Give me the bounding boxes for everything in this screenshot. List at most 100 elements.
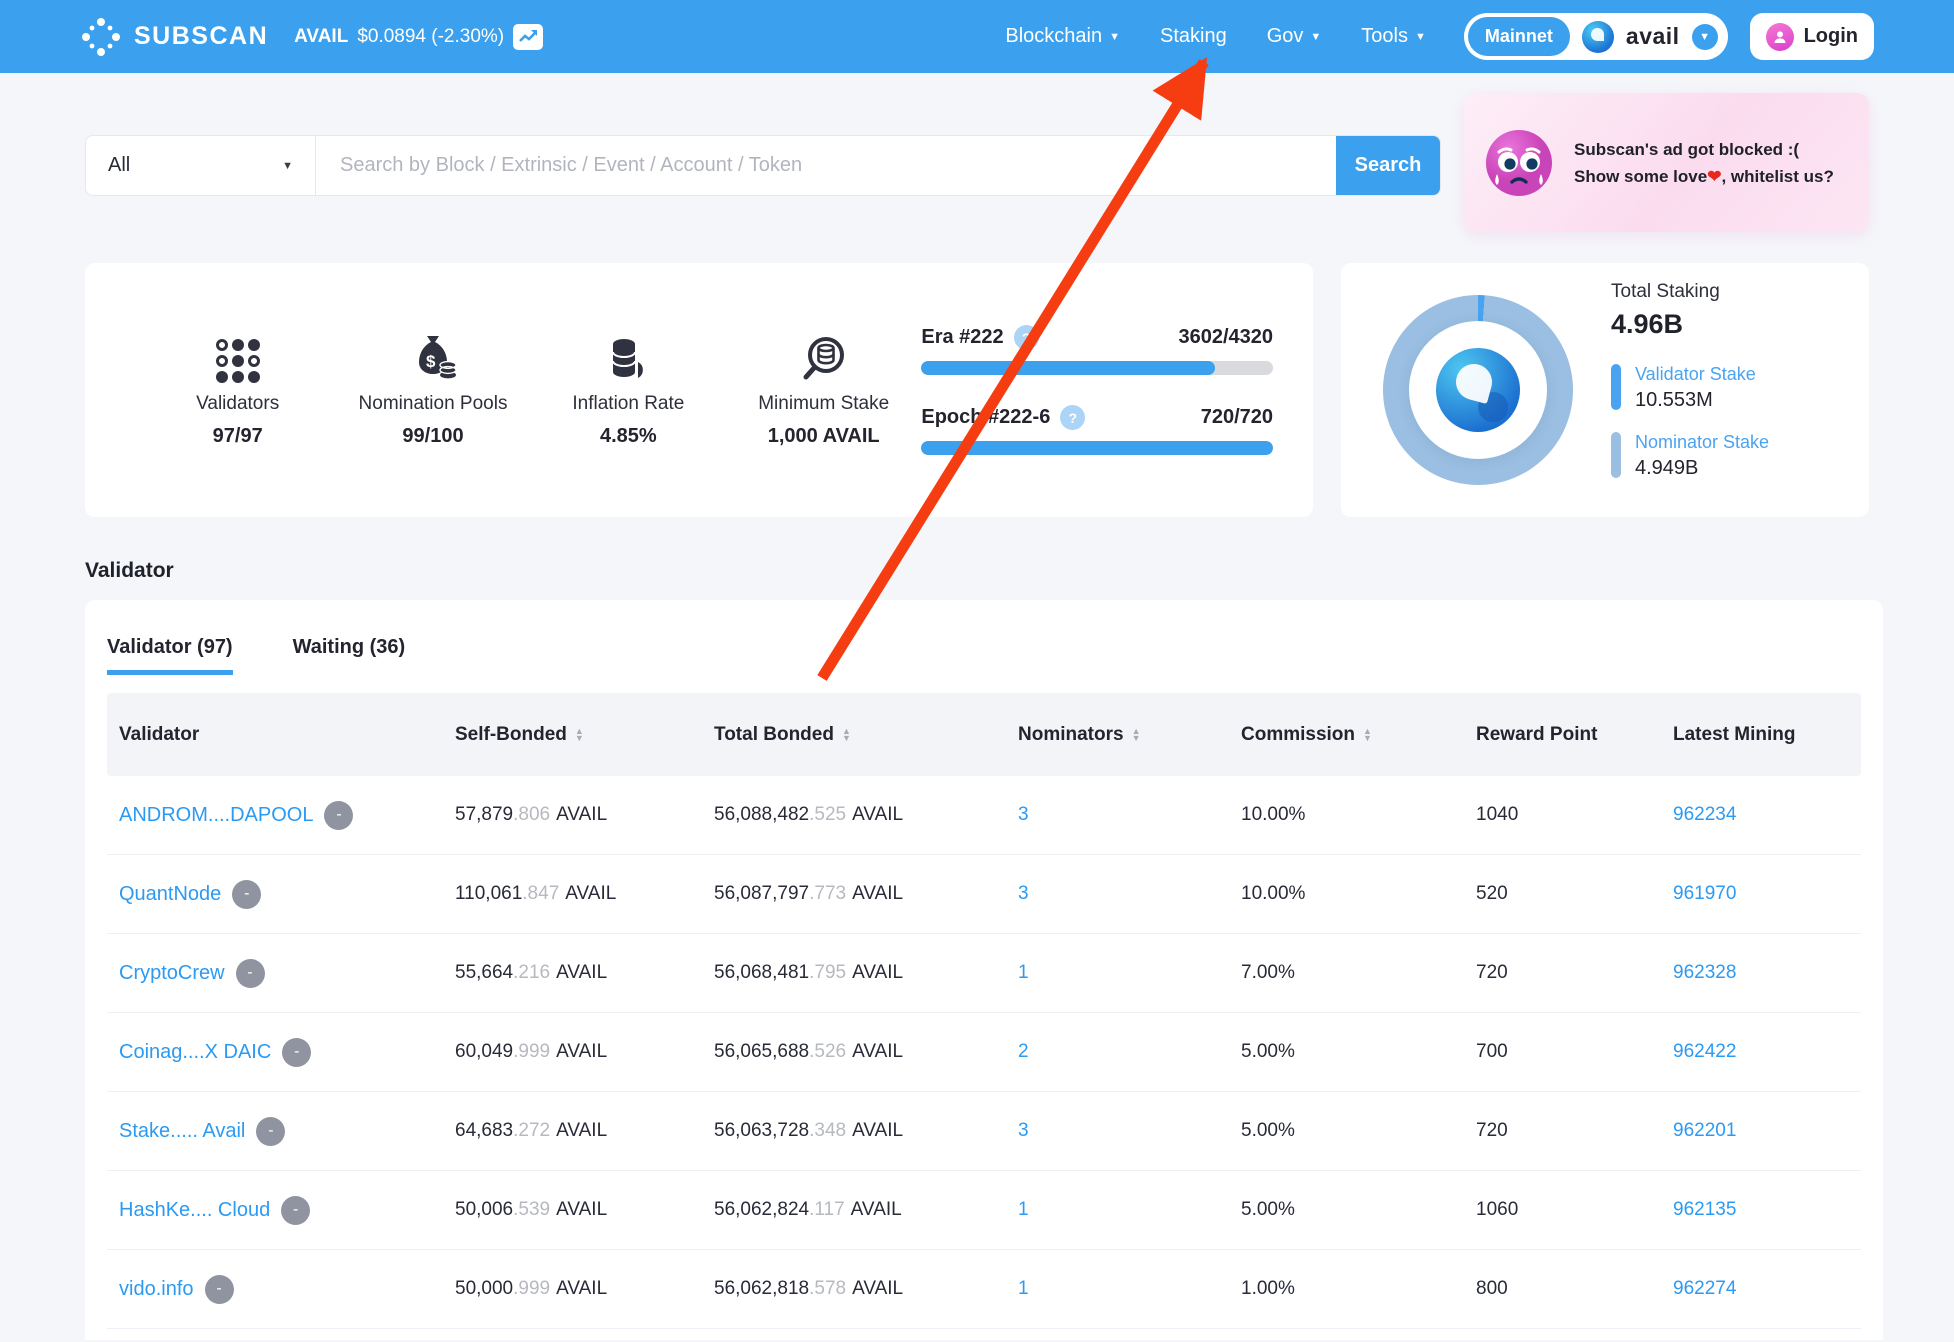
latest-mining-link[interactable]: 962234	[1673, 804, 1736, 826]
brand-name: SUBSCAN	[134, 22, 268, 51]
validator-cell: Stake..... Avail -	[107, 1117, 443, 1146]
subscan-brand[interactable]: SUBSCAN	[80, 16, 268, 58]
identicon-badge[interactable]: -	[205, 1275, 234, 1304]
nominators-link[interactable]: 3	[1018, 1120, 1029, 1142]
stat-label: Minimum Stake	[758, 393, 889, 415]
latest-mining-link[interactable]: 961970	[1673, 883, 1736, 905]
column-reward-point: Reward Point	[1464, 724, 1661, 746]
validator-link[interactable]: ANDROM....DAPOOL	[119, 804, 313, 827]
nav-blockchain-label: Blockchain	[1005, 25, 1102, 48]
price-chart-icon[interactable]	[513, 24, 543, 50]
nav-blockchain[interactable]: Blockchain ▼	[1005, 25, 1120, 48]
nominators-link[interactable]: 1	[1018, 1278, 1029, 1300]
nav-gov[interactable]: Gov ▼	[1267, 25, 1322, 48]
column-nominators[interactable]: Nominators▲▼	[1006, 724, 1229, 746]
login-button[interactable]: Login	[1750, 13, 1874, 60]
latest-mining-cell: 962135	[1661, 1199, 1861, 1221]
era-value: 3602/4320	[1178, 326, 1273, 349]
sort-icon[interactable]: ▲▼	[1132, 728, 1141, 742]
chevron-down-icon: ▼	[1310, 31, 1321, 43]
staking-donut-ring	[1383, 295, 1573, 485]
era-progress-track	[921, 361, 1273, 375]
validator-link[interactable]: Stake..... Avail	[119, 1120, 245, 1143]
validator-cell: HashKe.... Cloud -	[107, 1196, 443, 1225]
identicon-badge[interactable]: -	[281, 1196, 310, 1225]
user-icon	[1766, 23, 1794, 51]
commission-cell: 5.00%	[1229, 1120, 1464, 1142]
identicon-badge[interactable]: -	[236, 959, 265, 988]
latest-mining-cell: 962274	[1661, 1278, 1861, 1300]
help-icon[interactable]: ?	[1014, 325, 1039, 350]
latest-mining-link[interactable]: 962328	[1673, 962, 1736, 984]
latest-mining-cell: 962234	[1661, 804, 1861, 826]
total-bonded-cell: 56,088,482.525AVAIL	[702, 804, 1006, 826]
column-self-bonded[interactable]: Self-Bonded▲▼	[443, 724, 702, 746]
self-bonded-cell: 50,000.999AVAIL	[443, 1278, 702, 1300]
nominators-link[interactable]: 2	[1018, 1041, 1029, 1063]
chevron-down-icon: ▼	[1415, 31, 1426, 43]
mainnet-button[interactable]: Mainnet	[1468, 17, 1570, 56]
sort-icon[interactable]: ▲▼	[1363, 728, 1372, 742]
identicon-badge[interactable]: -	[282, 1038, 311, 1067]
tab-waiting[interactable]: Waiting (36)	[293, 624, 406, 675]
legend-value: 10.553M	[1635, 389, 1756, 412]
commission-cell: 5.00%	[1229, 1041, 1464, 1063]
nominators-cell: 3	[1006, 804, 1229, 826]
legend-nominator-stake: Nominator Stake 4.949B	[1611, 432, 1769, 480]
epoch-progress-fill	[921, 441, 1273, 455]
identicon-badge[interactable]: -	[324, 801, 353, 830]
validator-link[interactable]: QuantNode	[119, 883, 221, 906]
network-chevron-down-icon[interactable]: ▼	[1692, 24, 1718, 50]
nominators-link[interactable]: 1	[1018, 962, 1029, 984]
reward-point-cell: 520	[1464, 883, 1661, 905]
tab-validator[interactable]: Validator (97)	[107, 624, 233, 675]
search-button[interactable]: Search	[1336, 136, 1440, 195]
nominators-link[interactable]: 3	[1018, 804, 1029, 826]
validator-cell: QuantNode -	[107, 880, 443, 909]
validator-cell: vido.info -	[107, 1275, 443, 1304]
donut-hole	[1409, 321, 1547, 459]
identicon-badge[interactable]: -	[256, 1117, 285, 1146]
legend-label[interactable]: Validator Stake	[1635, 364, 1756, 385]
self-bonded-cell: 57,879.806AVAIL	[443, 804, 702, 826]
table-row: HashKe.... Cloud - 50,006.539AVAIL 56,06…	[107, 1171, 1861, 1250]
total-staking-value: 4.96B	[1611, 309, 1769, 340]
validator-link[interactable]: HashKe.... Cloud	[119, 1199, 270, 1222]
table-header-row: Validator Self-Bonded▲▼ Total Bonded▲▼ N…	[107, 693, 1861, 776]
nav-tools[interactable]: Tools ▼	[1361, 25, 1426, 48]
search-filter-select[interactable]: All ▼	[86, 136, 316, 195]
latest-mining-cell: 962328	[1661, 962, 1861, 984]
latest-mining-link[interactable]: 962274	[1673, 1278, 1736, 1300]
validator-link[interactable]: Coinag....X DAIC	[119, 1041, 271, 1064]
search-input[interactable]	[316, 136, 1336, 195]
legend-label[interactable]: Nominator Stake	[1635, 432, 1769, 453]
svg-text:$: $	[426, 352, 436, 371]
validators-grid-icon	[216, 333, 260, 383]
stat-nomination-pools: $ Nomination Pools 99/100	[335, 333, 530, 448]
nominators-link[interactable]: 1	[1018, 1199, 1029, 1221]
nominators-link[interactable]: 3	[1018, 883, 1029, 905]
epoch-progress-track	[921, 441, 1273, 455]
money-bag-icon: $	[407, 333, 459, 383]
nav-staking[interactable]: Staking	[1160, 25, 1227, 48]
latest-mining-link[interactable]: 962422	[1673, 1041, 1736, 1063]
network-stats-card: Validators 97/97 $ No	[85, 263, 1313, 517]
nominators-cell: 1	[1006, 962, 1229, 984]
table-row: ANDROM....DAPOOL - 57,879.806AVAIL 56,08…	[107, 776, 1861, 855]
help-icon[interactable]: ?	[1060, 405, 1085, 430]
network-selector[interactable]: Mainnet avail ▼	[1464, 13, 1728, 60]
column-total-bonded[interactable]: Total Bonded▲▼	[702, 724, 1006, 746]
identicon-badge[interactable]: -	[232, 880, 261, 909]
column-commission[interactable]: Commission▲▼	[1229, 724, 1464, 746]
era-label: Era #222	[921, 326, 1003, 349]
sort-icon[interactable]: ▲▼	[842, 728, 851, 742]
latest-mining-link[interactable]: 962201	[1673, 1120, 1736, 1142]
latest-mining-link[interactable]: 962135	[1673, 1199, 1736, 1221]
sort-icon[interactable]: ▲▼	[575, 728, 584, 742]
validator-link[interactable]: vido.info	[119, 1278, 194, 1301]
validator-link[interactable]: CryptoCrew	[119, 962, 225, 985]
column-latest-mining: Latest Mining	[1661, 724, 1861, 746]
table-row: Coinag....X DAIC - 60,049.999AVAIL 56,06…	[107, 1013, 1861, 1092]
token-price: AVAIL $0.0894 (-2.30%)	[294, 24, 543, 50]
avail-logo-icon	[1582, 21, 1614, 53]
